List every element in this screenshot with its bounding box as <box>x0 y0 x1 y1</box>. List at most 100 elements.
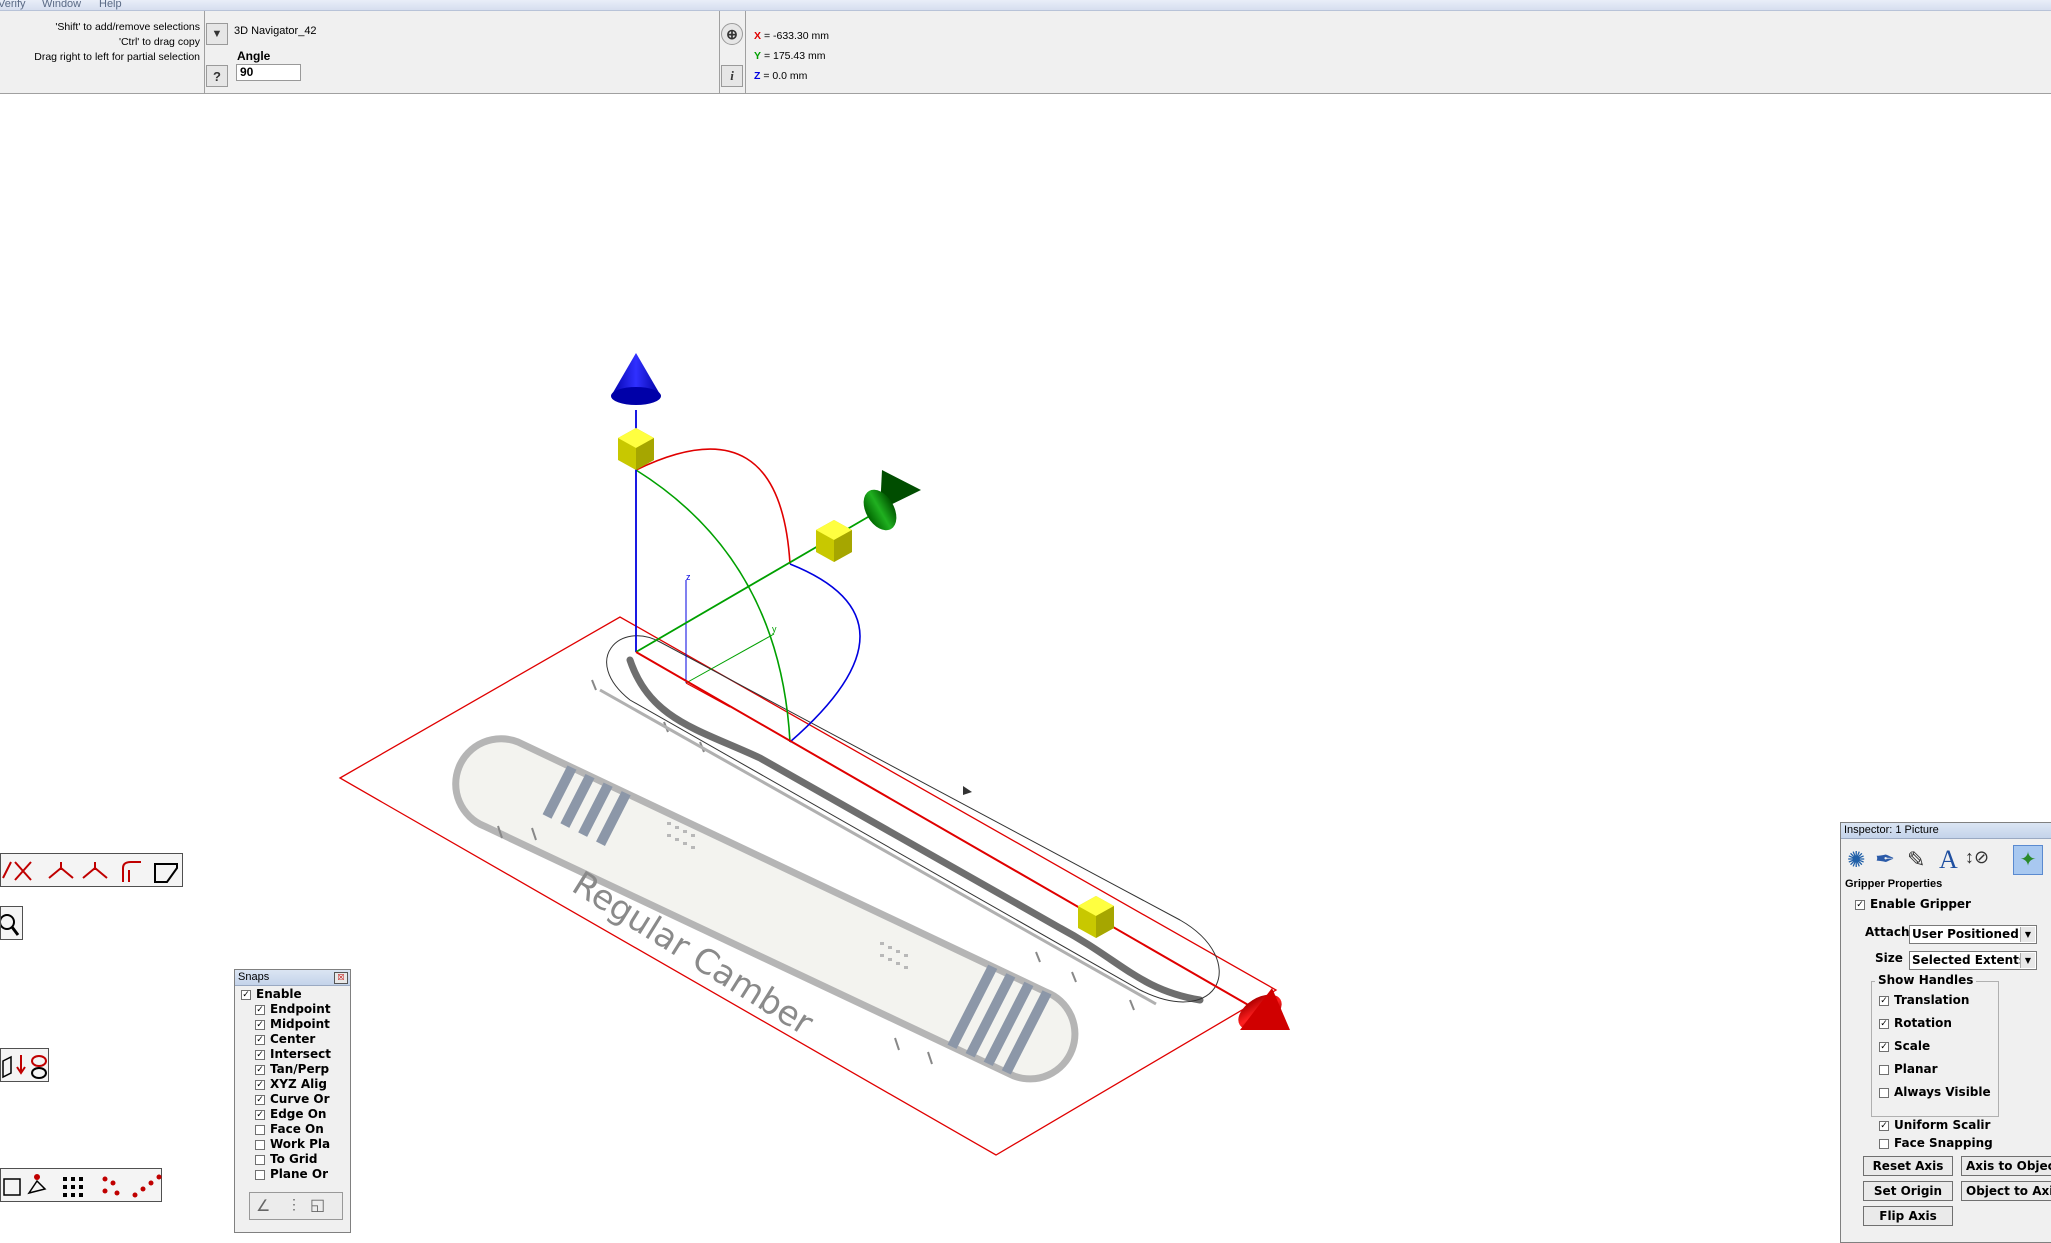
checkbox[interactable]: ✓ <box>1879 1041 1889 1052</box>
set-origin-button[interactable]: Set Origin <box>1863 1181 1953 1201</box>
handle-option[interactable]: Always Visible <box>1879 1085 1991 1099</box>
close-icon[interactable]: ☒ <box>334 972 348 984</box>
checkbox[interactable]: ✓ <box>255 1004 265 1015</box>
y-scale-handle[interactable] <box>816 520 852 562</box>
trim-icon <box>2 861 32 881</box>
checkbox[interactable]: ✓ <box>255 1094 265 1105</box>
face-snapping-checkbox[interactable]: Face Snapping <box>1879 1136 1993 1150</box>
magnifier-icon <box>10 926 20 936</box>
uniform-scaling-checkbox[interactable]: ✓ Uniform Scalir <box>1879 1118 1990 1132</box>
snap-option-label: Face On <box>270 1122 324 1136</box>
inspector-panel: Inspector: 1 Picture ✺ ✒ ✎ A ↕⊘ ✦ Grippe… <box>1840 822 2051 1243</box>
snap-option[interactable]: Work Pla <box>255 1137 347 1151</box>
checkbox[interactable] <box>255 1154 265 1165</box>
snap-option[interactable]: ✓ Midpoint <box>255 1017 347 1031</box>
checkbox[interactable] <box>1879 1064 1889 1075</box>
coord-z: Z = 0.0 mm <box>754 70 808 82</box>
snap-option-label: Work Pla <box>270 1137 331 1151</box>
crosshair-icon[interactable]: ⊕ <box>721 23 743 45</box>
z-axis-arrow-cone[interactable] <box>611 353 661 405</box>
text-icon[interactable]: A <box>1939 845 1958 875</box>
angle-label: Angle <box>237 49 271 63</box>
hint-shift: 'Shift' to add/remove selections <box>55 21 200 33</box>
info-button[interactable]: i <box>721 65 743 87</box>
object-to-axis-button[interactable]: Object to Axis <box>1961 1181 2051 1201</box>
gear-sphere-icon[interactable]: ✺ <box>1847 847 1865 873</box>
x-scale-handle[interactable] <box>1078 896 1114 938</box>
checkbox[interactable]: ✓ <box>1879 1018 1889 1029</box>
snap-option-label: Tan/Perp <box>270 1062 330 1076</box>
size-select[interactable]: Selected Extents ▼ <box>1909 951 2037 970</box>
handle-option-label: Planar <box>1894 1062 1938 1076</box>
snap-option-label: Endpoint <box>270 1002 331 1016</box>
snaps-title: Snaps <box>238 971 270 983</box>
object-name: 3D Navigator_42 <box>234 25 317 37</box>
snap-option[interactable]: ✓ Center <box>255 1032 347 1046</box>
help-button[interactable]: ? <box>206 65 228 87</box>
enable-gripper-checkbox[interactable]: ✓ Enable Gripper <box>1855 897 1971 911</box>
checkbox[interactable]: ✓ <box>255 1019 265 1030</box>
checkbox[interactable] <box>255 1169 265 1180</box>
gripper-tab-icon[interactable]: ✦ <box>2013 845 2043 875</box>
checkbox[interactable]: ✓ <box>255 1034 265 1045</box>
fillet-icon <box>122 861 141 882</box>
menu-verify[interactable]: Verify <box>0 0 26 10</box>
handle-option[interactable]: Planar <box>1879 1062 1938 1076</box>
hint-ctrl: 'Ctrl' to drag copy <box>118 36 200 48</box>
y-axis-arrow-cone[interactable] <box>857 470 921 536</box>
rotation-arc-x <box>635 448 791 565</box>
handle-option[interactable]: ✓ Translation <box>1879 993 1969 1007</box>
zoom-tool[interactable] <box>0 906 23 940</box>
checkbox[interactable]: ✓ <box>255 1109 265 1120</box>
snap-option-label: Curve Or <box>270 1092 330 1106</box>
snap-option[interactable]: ✓ XYZ Alig <box>255 1077 347 1091</box>
snaps-enable[interactable]: ✓ Enable <box>241 987 302 1001</box>
checkbox[interactable] <box>255 1139 265 1150</box>
reset-axis-button[interactable]: Reset Axis <box>1863 1156 1953 1176</box>
snap-option[interactable]: To Grid <box>255 1152 347 1166</box>
attach-select[interactable]: User Positioned ▼ <box>1909 925 2037 944</box>
snap-option[interactable]: ✓ Tan/Perp <box>255 1062 347 1076</box>
inspector-title: Inspector: 1 Picture <box>1841 823 2051 839</box>
angle-snap-icon[interactable]: ∠ <box>256 1196 270 1216</box>
dimension-icon[interactable]: ↕⊘ <box>1965 847 1989 868</box>
snap-option[interactable]: ✓ Edge On <box>255 1107 347 1121</box>
handle-option[interactable]: ✓ Rotation <box>1879 1016 1952 1030</box>
handle-option[interactable]: ✓ Scale <box>1879 1039 1930 1053</box>
divider-snap-icon[interactable]: ⋮ <box>287 1196 301 1213</box>
chamfer-icon <box>154 863 178 883</box>
checkbox[interactable] <box>255 1124 265 1135</box>
snaps-panel: Snaps ☒ ✓ Enable ✓ Endpoint ✓ Midpoint ✓ Cente… <box>234 969 351 1233</box>
x-axis-arrow-cone[interactable] <box>1232 987 1290 1036</box>
plane-snap-icon[interactable]: ◱ <box>310 1195 325 1215</box>
snap-option-label: To Grid <box>270 1152 318 1166</box>
checkbox[interactable]: ✓ <box>255 1064 265 1075</box>
snap-option[interactable]: Face On <box>255 1122 347 1136</box>
checkbox[interactable] <box>1879 1087 1889 1098</box>
checkbox[interactable]: ✓ <box>1879 995 1889 1006</box>
axis-to-object-button[interactable]: Axis to Objec <box>1961 1156 2051 1176</box>
coord-x: X = -633.30 mm <box>754 30 830 42</box>
tool-options-bar: 'Shift' to add/remove selections 'Ctrl' … <box>0 11 2051 94</box>
pen-icon[interactable]: ✒ <box>1875 845 1895 874</box>
snaps-mode-strip: ∠ ⋮ ◱ <box>249 1192 343 1220</box>
checkbox[interactable]: ✓ <box>255 1079 265 1090</box>
snap-option[interactable]: ✓ Intersect <box>255 1047 347 1061</box>
menu-window[interactable]: Window <box>42 0 81 10</box>
snap-option-label: Plane Or <box>270 1167 328 1181</box>
flip-axis-button[interactable]: Flip Axis <box>1863 1206 1953 1226</box>
checkbox[interactable]: ✓ <box>255 1049 265 1060</box>
angle-input[interactable]: 90 <box>236 64 301 81</box>
snap-option-label: Midpoint <box>270 1017 330 1031</box>
dropdown-arrow-icon[interactable]: ▼ <box>206 23 228 45</box>
pattern-tools-palette <box>0 1168 162 1202</box>
snap-option[interactable]: ✓ Endpoint <box>255 1002 347 1016</box>
snap-option[interactable]: ✓ Curve Or <box>255 1092 347 1106</box>
handle-option-label: Scale <box>1894 1039 1931 1053</box>
snap-option[interactable]: Plane Or <box>255 1167 347 1181</box>
join-icon <box>82 862 108 879</box>
paint-icon[interactable]: ✎ <box>1907 847 1925 873</box>
split-icon <box>48 862 74 879</box>
snap-option-label: Center <box>270 1032 316 1046</box>
menu-help[interactable]: Help <box>99 0 122 10</box>
